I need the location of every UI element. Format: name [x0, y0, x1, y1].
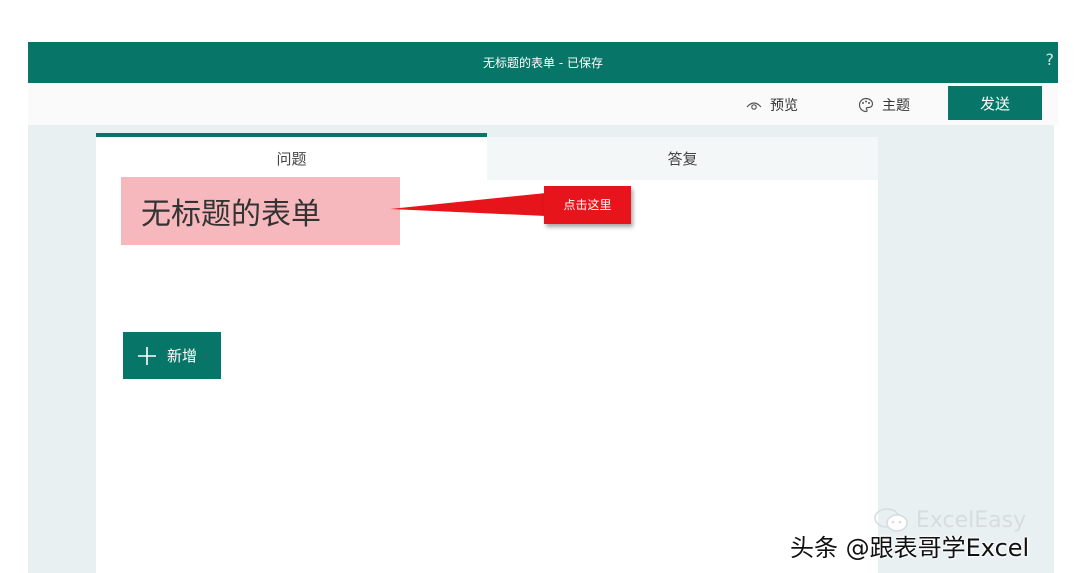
callout-arrow [390, 193, 546, 216]
help-icon[interactable]: ? [1046, 50, 1055, 69]
preview-label: 预览 [770, 98, 798, 114]
add-new-label: 新增 [167, 347, 198, 365]
document-title: 无标题的表单 - 已保存 [483, 56, 603, 70]
title-bar: 无标题的表单 - 已保存 ? [28, 42, 1058, 83]
tab-questions[interactable]: 问题 [96, 133, 487, 180]
eye-icon [746, 102, 762, 110]
theme-button[interactable]: 主题 [858, 95, 910, 115]
toolbar: 预览 主题 发送 [28, 83, 1058, 125]
preview-button[interactable]: 预览 [746, 95, 798, 115]
watermark-credit: 头条 @跟表哥学Excel [790, 534, 1030, 562]
palette-icon [858, 97, 874, 113]
send-button[interactable]: 发送 [948, 86, 1042, 120]
tab-responses[interactable]: 答复 [487, 137, 878, 180]
theme-label: 主题 [882, 98, 910, 114]
plus-icon [138, 346, 156, 365]
forms-editor-page: 无标题的表单 - 已保存 ? 预览 主题 发送 问题 答复 无标题的表单 点击这… [0, 0, 1080, 573]
annotation-callout: 点击这里 [544, 186, 631, 224]
form-title[interactable]: 无标题的表单 [121, 177, 400, 245]
add-new-button[interactable]: 新增 [123, 332, 221, 379]
